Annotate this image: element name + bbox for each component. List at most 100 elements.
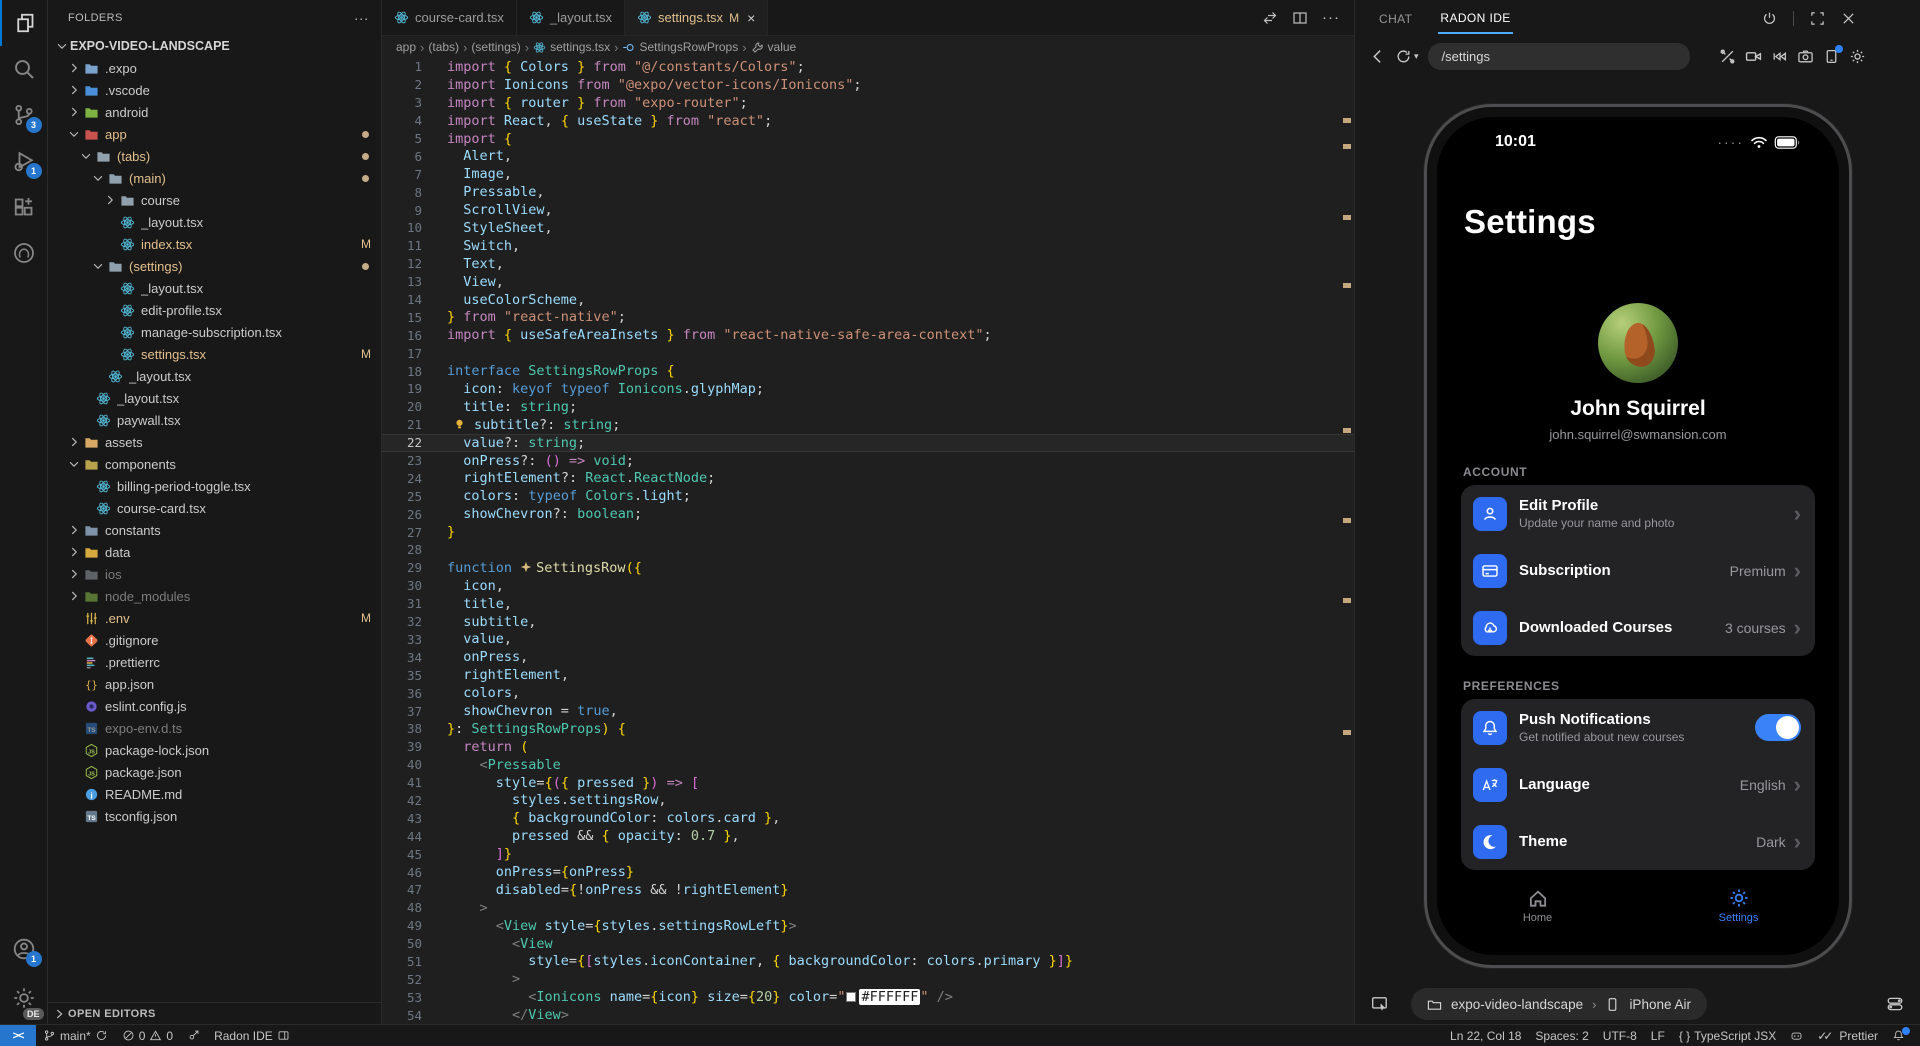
code-line-38[interactable]: 38}: SettingsRowProps) { (382, 720, 1354, 738)
settings-row-theme[interactable]: ThemeDark› (1461, 813, 1815, 870)
code-line-1[interactable]: 1import { Colors } from "@/constants/Col… (382, 58, 1354, 76)
code-line-41[interactable]: 41 style={({ pressed }) => [ (382, 774, 1354, 792)
tab-settings-active[interactable]: settings.tsxM× (625, 0, 768, 35)
phone-screen[interactable]: 10:01 ···· Settings John Squirrel john.s… (1437, 117, 1839, 955)
settings-row-edit-profile[interactable]: Edit ProfileUpdate your name and photo› (1461, 485, 1815, 542)
branch-indicator[interactable]: main* (36, 1025, 115, 1046)
code-line-8[interactable]: 8 Pressable, (382, 183, 1354, 201)
tree-item--prettierrc[interactable]: .prettierrc (48, 651, 381, 673)
code-line-36[interactable]: 36 colors, (382, 684, 1354, 702)
open-editors-section[interactable]: OPEN EDITORS (48, 1002, 381, 1024)
code-line-27[interactable]: 27} (382, 523, 1354, 541)
screen-record-icon[interactable] (1745, 48, 1762, 65)
code-line-44[interactable]: 44 pressed && { opacity: 0.7 }, (382, 827, 1354, 845)
tree-item--main-[interactable]: (main) (48, 167, 381, 189)
tree-item-eslint-config-js[interactable]: eslint.config.js (48, 695, 381, 717)
copilot-icon[interactable] (1783, 1025, 1810, 1046)
tree-item-edit-profile-tsx[interactable]: edit-profile.tsx (48, 299, 381, 321)
language-mode[interactable]: { }TypeScript JSX (1672, 1025, 1783, 1046)
panel-settings-icon[interactable] (1849, 48, 1866, 65)
settings-row-push-notifications[interactable]: Push NotificationsGet notified about new… (1461, 699, 1815, 756)
open-changes-icon[interactable] (1262, 10, 1278, 26)
dev-tools-icon[interactable] (1719, 48, 1736, 65)
tree-item--env[interactable]: .envM (48, 607, 381, 629)
code-line-12[interactable]: 12 Text, (382, 255, 1354, 273)
radon-ide-status[interactable]: Radon IDE (207, 1025, 297, 1046)
tab-layout[interactable]: _layout.tsx (517, 0, 625, 35)
power-icon[interactable] (1762, 11, 1777, 26)
tree-item-tsconfig-json[interactable]: TStsconfig.json (48, 805, 381, 827)
account-icon[interactable]: 1 (0, 926, 48, 972)
code-line-46[interactable]: 46 onPress={onPress} (382, 863, 1354, 881)
code-line-24[interactable]: 24 rightElement?: React.ReactNode; (382, 469, 1354, 487)
run-debug-icon[interactable]: 1 (0, 138, 48, 184)
settings-row-subscription[interactable]: SubscriptionPremium› (1461, 542, 1815, 599)
code-line-30[interactable]: 30 icon, (382, 577, 1354, 595)
phone-tab-home[interactable]: Home (1437, 887, 1638, 939)
code-line-10[interactable]: 10 StyleSheet, (382, 219, 1354, 237)
code-line-50[interactable]: 50 <View (382, 935, 1354, 953)
code-line-52[interactable]: 52 > (382, 970, 1354, 988)
problems-indicator[interactable]: 0 0 (115, 1025, 180, 1046)
notifications-bell-icon[interactable] (1885, 1025, 1912, 1046)
settings-row-language[interactable]: LanguageEnglish› (1461, 756, 1815, 813)
code-line-37[interactable]: 37 showChevron = true, (382, 702, 1354, 720)
settings-row-downloaded-courses[interactable]: Downloaded Courses3 courses› (1461, 599, 1815, 656)
extensions-icon[interactable] (0, 184, 48, 230)
formatter-status[interactable]: ✓✓Prettier (1810, 1025, 1885, 1046)
code-line-43[interactable]: 43 { backgroundColor: colors.card }, (382, 809, 1354, 827)
close-tab-icon[interactable]: × (747, 10, 755, 26)
search-icon[interactable] (0, 46, 48, 92)
tree-item-paywall-tsx[interactable]: paywall.tsx (48, 409, 381, 431)
explorer-icon[interactable] (0, 0, 48, 46)
tree-item-android[interactable]: android (48, 101, 381, 123)
reload-button[interactable]: ▾ (1395, 48, 1419, 65)
breadcrumb-symbol[interactable]: SettingsRowProps (622, 40, 738, 54)
github-icon[interactable] (0, 230, 48, 276)
close-panel-icon[interactable] (1841, 11, 1856, 26)
code-area[interactable]: 1import { Colors } from "@/constants/Col… (382, 58, 1354, 1024)
code-line-29[interactable]: 29function SettingsRow({ (382, 559, 1354, 577)
code-line-19[interactable]: 19 icon: keyof typeof Ionicons.glyphMap; (382, 380, 1354, 398)
tree-item-manage-subscription-tsx[interactable]: manage-subscription.tsx (48, 321, 381, 343)
code-line-26[interactable]: 26 showChevron?: boolean; (382, 505, 1354, 523)
code-line-11[interactable]: 11 Switch, (382, 237, 1354, 255)
settings-gear-icon[interactable]: DE (0, 972, 48, 1024)
tree-item-node-modules[interactable]: node_modules (48, 585, 381, 607)
code-line-25[interactable]: 25 colors: typeof Colors.light; (382, 487, 1354, 505)
breadcrumb-app[interactable]: app (396, 40, 416, 54)
tree-item-package-lock-json[interactable]: JSpackage-lock.json (48, 739, 381, 761)
cursor-position[interactable]: Ln 22, Col 18 (1443, 1025, 1528, 1046)
code-line-40[interactable]: 40 <Pressable (382, 756, 1354, 774)
tree-item-assets[interactable]: assets (48, 431, 381, 453)
tree-item--gitignore[interactable]: .gitignore (48, 629, 381, 651)
code-line-48[interactable]: 48 > (382, 899, 1354, 917)
tree-root[interactable]: EXPO-VIDEO-LANDSCAPE (48, 35, 381, 57)
code-line-3[interactable]: 3import { router } from "expo-router"; (382, 94, 1354, 112)
fullscreen-icon[interactable] (1810, 11, 1825, 26)
code-line-4[interactable]: 4import React, { useState } from "react"… (382, 112, 1354, 130)
tree-item-app[interactable]: app (48, 123, 381, 145)
tree-item-package-json[interactable]: JSpackage.json (48, 761, 381, 783)
tree-item--expo[interactable]: .expo (48, 57, 381, 79)
tree-item-data[interactable]: data (48, 541, 381, 563)
code-line-42[interactable]: 42 styles.settingsRow, (382, 792, 1354, 810)
tree-item--tabs-[interactable]: (tabs) (48, 145, 381, 167)
eol-sequence[interactable]: LF (1644, 1025, 1672, 1046)
more-actions-icon[interactable]: ··· (1322, 9, 1340, 26)
code-line-49[interactable]: 49 <View style={styles.settingsRowLeft}> (382, 917, 1354, 935)
code-line-16[interactable]: 16import { useSafeAreaInsets } from "rea… (382, 326, 1354, 344)
device-settings-icon[interactable] (1886, 995, 1904, 1013)
tab-chat[interactable]: CHAT (1377, 3, 1414, 33)
code-line-39[interactable]: 39 return ( (382, 738, 1354, 756)
code-line-15[interactable]: 15} from "react-native"; (382, 308, 1354, 326)
folders-more-icon[interactable]: ··· (354, 10, 369, 26)
code-line-35[interactable]: 35 rightElement, (382, 666, 1354, 684)
tree-item--layout-tsx[interactable]: _layout.tsx (48, 277, 381, 299)
tree-item-index-tsx[interactable]: index.tsxM (48, 233, 381, 255)
url-bar[interactable]: /settings (1428, 43, 1690, 70)
debug-status-icon[interactable] (180, 1025, 207, 1046)
tree-item--layout-tsx[interactable]: _layout.tsx (48, 211, 381, 233)
code-line-53[interactable]: 53 <Ionicons name={icon} size={20} color… (382, 988, 1354, 1006)
code-line-18[interactable]: 18interface SettingsRowProps { (382, 362, 1354, 380)
